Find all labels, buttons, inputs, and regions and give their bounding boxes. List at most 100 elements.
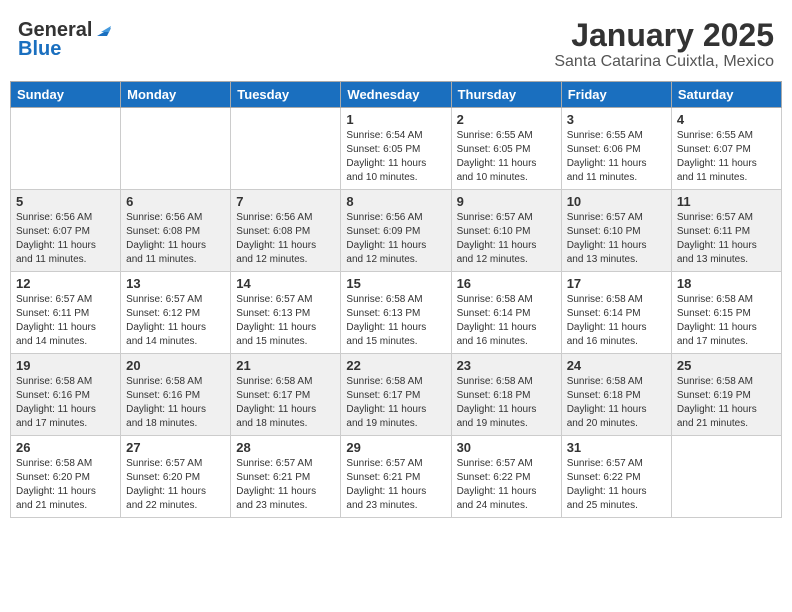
day-number: 19	[16, 358, 115, 373]
day-number: 30	[457, 440, 556, 455]
calendar-day-cell: 5 Sunrise: 6:56 AMSunset: 6:07 PMDaylight…	[11, 190, 121, 272]
day-number: 22	[346, 358, 445, 373]
calendar-day-cell: 18 Sunrise: 6:58 AMSunset: 6:15 PMDayligh…	[671, 272, 781, 354]
weekday-header-saturday: Saturday	[671, 82, 781, 108]
day-info: Sunrise: 6:54 AMSunset: 6:05 PMDaylight:…	[346, 129, 445, 185]
calendar-day-cell: 13Sunrise: 6:57 AMSunset: 6:12 PMDayligh…	[121, 272, 231, 354]
day-info: Sunrise: 6:57 AMSunset: 6:20 PMDaylight:…	[126, 457, 225, 513]
day-number: 27	[126, 440, 225, 455]
calendar-day-cell: 16 Sunrise: 6:58 AMSunset: 6:14 PMDayligh…	[451, 272, 561, 354]
day-info: Sunrise: 6:57 AMSunset: 6:21 PMDaylight:…	[346, 457, 445, 513]
calendar-week-row: 1 Sunrise: 6:54 AMSunset: 6:05 PMDaylight…	[11, 108, 782, 190]
day-info: Sunrise: 6:57 AMSunset: 6:21 PMDaylight:…	[236, 457, 335, 513]
logo: General Blue	[18, 18, 115, 61]
day-number: 26	[16, 440, 115, 455]
day-info: Sunrise: 6:58 AMSunset: 6:16 PMDaylight:…	[126, 375, 225, 431]
logo-blue: Blue	[18, 38, 61, 61]
day-number: 16	[457, 276, 556, 291]
day-info: Sunrise: 6:58 AMSunset: 6:14 PMDaylight:…	[457, 293, 556, 349]
calendar-day-cell: 22 Sunrise: 6:58 AMSunset: 6:17 PMDayligh…	[341, 354, 451, 436]
empty-day-cell	[121, 108, 231, 190]
day-number: 14	[236, 276, 335, 291]
calendar-week-row: 5 Sunrise: 6:56 AMSunset: 6:07 PMDaylight…	[11, 190, 782, 272]
day-info: Sunrise: 6:57 AMSunset: 6:11 PMDaylight:…	[677, 211, 776, 267]
day-number: 9	[457, 194, 556, 209]
day-info: Sunrise: 6:57 AMSunset: 6:13 PMDaylight:…	[236, 293, 335, 349]
calendar-day-cell: 12 Sunrise: 6:57 AMSunset: 6:11 PMDayligh…	[11, 272, 121, 354]
day-number: 1	[346, 112, 445, 127]
day-number: 17	[567, 276, 666, 291]
day-number: 25	[677, 358, 776, 373]
calendar-day-cell: 23 Sunrise: 6:58 AMSunset: 6:18 PMDayligh…	[451, 354, 561, 436]
day-number: 24	[567, 358, 666, 373]
weekday-header-row: SundayMondayTuesdayWednesdayThursdayFrid…	[11, 82, 782, 108]
calendar-day-cell: 8Sunrise: 6:56 AMSunset: 6:09 PMDaylight…	[341, 190, 451, 272]
day-number: 5	[16, 194, 115, 209]
day-number: 20	[126, 358, 225, 373]
calendar-day-cell: 14 Sunrise: 6:57 AMSunset: 6:13 PMDayligh…	[231, 272, 341, 354]
day-info: Sunrise: 6:58 AMSunset: 6:18 PMDaylight:…	[567, 375, 666, 431]
calendar-table: SundayMondayTuesdayWednesdayThursdayFrid…	[10, 81, 782, 518]
day-number: 21	[236, 358, 335, 373]
day-info: Sunrise: 6:57 AMSunset: 6:10 PMDaylight:…	[567, 211, 666, 267]
day-info: Sunrise: 6:58 AMSunset: 6:18 PMDaylight:…	[457, 375, 556, 431]
day-number: 2	[457, 112, 556, 127]
weekday-header-friday: Friday	[561, 82, 671, 108]
day-info: Sunrise: 6:58 AMSunset: 6:19 PMDaylight:…	[677, 375, 776, 431]
day-number: 7	[236, 194, 335, 209]
weekday-header-sunday: Sunday	[11, 82, 121, 108]
title-area: January 2025 Santa Catarina Cuixtla, Mex…	[554, 18, 774, 71]
day-number: 6	[126, 194, 225, 209]
empty-day-cell	[231, 108, 341, 190]
day-number: 10	[567, 194, 666, 209]
calendar-week-row: 26 Sunrise: 6:58 AMSunset: 6:20 PMDayligh…	[11, 436, 782, 518]
calendar-day-cell: 7Sunrise: 6:56 AMSunset: 6:08 PMDaylight…	[231, 190, 341, 272]
day-info: Sunrise: 6:55 AMSunset: 6:05 PMDaylight:…	[457, 129, 556, 185]
calendar-day-cell: 6 Sunrise: 6:56 AMSunset: 6:08 PMDaylight…	[121, 190, 231, 272]
day-number: 23	[457, 358, 556, 373]
calendar-subtitle: Santa Catarina Cuixtla, Mexico	[554, 53, 774, 71]
day-info: Sunrise: 6:57 AMSunset: 6:22 PMDaylight:…	[457, 457, 556, 513]
day-info: Sunrise: 6:55 AMSunset: 6:07 PMDaylight:…	[677, 129, 776, 185]
calendar-day-cell: 25 Sunrise: 6:58 AMSunset: 6:19 PMDayligh…	[671, 354, 781, 436]
day-info: Sunrise: 6:57 AMSunset: 6:11 PMDaylight:…	[16, 293, 115, 349]
calendar-day-cell: 4 Sunrise: 6:55 AMSunset: 6:07 PMDaylight…	[671, 108, 781, 190]
calendar-day-cell: 20 Sunrise: 6:58 AMSunset: 6:16 PMDayligh…	[121, 354, 231, 436]
day-number: 29	[346, 440, 445, 455]
day-info: Sunrise: 6:58 AMSunset: 6:14 PMDaylight:…	[567, 293, 666, 349]
day-info: Sunrise: 6:56 AMSunset: 6:08 PMDaylight:…	[126, 211, 225, 267]
day-info: Sunrise: 6:58 AMSunset: 6:17 PMDaylight:…	[346, 375, 445, 431]
calendar-week-row: 19 Sunrise: 6:58 AMSunset: 6:16 PMDayligh…	[11, 354, 782, 436]
calendar-day-cell: 10 Sunrise: 6:57 AMSunset: 6:10 PMDayligh…	[561, 190, 671, 272]
day-number: 31	[567, 440, 666, 455]
calendar-day-cell: 31 Sunrise: 6:57 AMSunset: 6:22 PMDayligh…	[561, 436, 671, 518]
calendar-day-cell: 3Sunrise: 6:55 AMSunset: 6:06 PMDaylight…	[561, 108, 671, 190]
day-info: Sunrise: 6:56 AMSunset: 6:09 PMDaylight:…	[346, 211, 445, 267]
weekday-header-wednesday: Wednesday	[341, 82, 451, 108]
logo-icon	[93, 18, 115, 40]
empty-day-cell	[11, 108, 121, 190]
calendar-day-cell: 28Sunrise: 6:57 AMSunset: 6:21 PMDayligh…	[231, 436, 341, 518]
calendar-day-cell: 1 Sunrise: 6:54 AMSunset: 6:05 PMDaylight…	[341, 108, 451, 190]
day-number: 12	[16, 276, 115, 291]
day-info: Sunrise: 6:58 AMSunset: 6:17 PMDaylight:…	[236, 375, 335, 431]
day-info: Sunrise: 6:57 AMSunset: 6:22 PMDaylight:…	[567, 457, 666, 513]
weekday-header-monday: Monday	[121, 82, 231, 108]
day-info: Sunrise: 6:57 AMSunset: 6:10 PMDaylight:…	[457, 211, 556, 267]
empty-day-cell	[671, 436, 781, 518]
calendar-day-cell: 29 Sunrise: 6:57 AMSunset: 6:21 PMDayligh…	[341, 436, 451, 518]
page-header: General Blue January 2025 Santa Catarina…	[10, 10, 782, 77]
day-info: Sunrise: 6:58 AMSunset: 6:20 PMDaylight:…	[16, 457, 115, 513]
day-number: 3	[567, 112, 666, 127]
calendar-day-cell: 21 Sunrise: 6:58 AMSunset: 6:17 PMDayligh…	[231, 354, 341, 436]
calendar-day-cell: 17 Sunrise: 6:58 AMSunset: 6:14 PMDayligh…	[561, 272, 671, 354]
day-number: 18	[677, 276, 776, 291]
calendar-week-row: 12 Sunrise: 6:57 AMSunset: 6:11 PMDayligh…	[11, 272, 782, 354]
calendar-title: January 2025	[554, 18, 774, 53]
day-info: Sunrise: 6:58 AMSunset: 6:16 PMDaylight:…	[16, 375, 115, 431]
weekday-header-thursday: Thursday	[451, 82, 561, 108]
day-info: Sunrise: 6:58 AMSunset: 6:15 PMDaylight:…	[677, 293, 776, 349]
day-number: 4	[677, 112, 776, 127]
calendar-day-cell: 27 Sunrise: 6:57 AMSunset: 6:20 PMDayligh…	[121, 436, 231, 518]
day-info: Sunrise: 6:56 AMSunset: 6:07 PMDaylight:…	[16, 211, 115, 267]
